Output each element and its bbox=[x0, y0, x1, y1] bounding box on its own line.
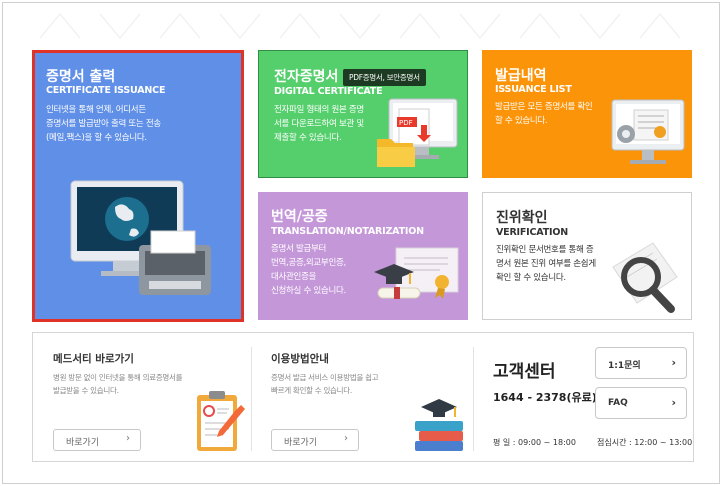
format-badge: PDF증명서, 보안증명서 bbox=[343, 69, 426, 86]
list-monitor-icon bbox=[611, 99, 685, 164]
tile-desc-line: 증명서 발급부터 bbox=[271, 244, 327, 254]
guide-desc-line: 증명서 발급 서비스 이용방법을 쉽고 bbox=[271, 373, 379, 382]
svg-text:PDF: PDF bbox=[399, 119, 413, 127]
tile-desc-line: 전자파일 형태의 원본 증명 bbox=[274, 105, 364, 115]
background-pattern bbox=[39, 13, 681, 39]
tile-certificate-issuance[interactable]: 증명서 출력 CERTIFICATE ISSUANCE 인터넷을 통해 언제, … bbox=[32, 50, 244, 322]
tile-subtitle: ISSUANCE LIST bbox=[495, 84, 572, 95]
clipboard-icon bbox=[197, 391, 245, 451]
tile-desc-line: 명서 원본 진위 여부를 손쉽게 bbox=[496, 259, 596, 269]
tile-title: 전자증명서 bbox=[274, 69, 339, 85]
guide-title: 이용방법안내 bbox=[271, 353, 329, 365]
weekday-hours: 평 일 : 09:00 ~ 18:00 bbox=[493, 438, 576, 447]
support-phone: 1644 - 2378(유료) bbox=[493, 391, 597, 404]
tile-desc-line: 진위확인 문서번호를 통해 증 bbox=[496, 245, 594, 255]
tile-subtitle: TRANSLATION/NOTARIZATION bbox=[271, 226, 424, 237]
medicity-go-button[interactable]: 바로가기 › bbox=[53, 429, 141, 451]
magnifier-icon bbox=[612, 242, 678, 313]
tile-translation-notarization[interactable]: 번역/공증 TRANSLATION/NOTARIZATION 증명서 발급부터 … bbox=[258, 192, 468, 320]
diploma-icon bbox=[374, 247, 459, 299]
tile-desc-line: 인터넷을 통해 언제, 어디서든 bbox=[46, 105, 146, 115]
guide-desc-line: 빠르게 확인할 수 있습니다. bbox=[271, 386, 352, 395]
support-title: 고객센터 bbox=[493, 362, 556, 382]
medicity-section: 메드서티 바로가기 병원 방문 없이 인터넷을 통해 의료증명서를 발급받을 수… bbox=[33, 333, 251, 463]
section-divider bbox=[473, 347, 474, 451]
tile-desc-line: 할 수 있습니다. bbox=[495, 116, 548, 126]
bottom-panel: 메드서티 바로가기 병원 방문 없이 인터넷을 통해 의료증명서를 발급받을 수… bbox=[32, 332, 694, 462]
support-hours: 평 일 : 09:00 ~ 18:00 점심시간 : 12:00 ~ 13:00 bbox=[493, 437, 692, 448]
tile-desc-line: 확인 할 수 있습니다. bbox=[496, 273, 566, 283]
tile-desc-line: 신청하실 수 있습니다. bbox=[271, 286, 346, 296]
chevron-right-icon: › bbox=[344, 433, 348, 444]
medicity-desc-line: 병원 방문 없이 인터넷을 통해 의료증명서를 bbox=[53, 373, 183, 382]
tile-desc-line: 증명서를 발급받아 출력 또는 전송 bbox=[46, 119, 161, 129]
tile-title: 발급내역 bbox=[495, 68, 547, 84]
button-label: FAQ bbox=[608, 398, 628, 408]
tile-issuance-list[interactable]: 발급내역 ISSUANCE LIST 발급받은 모든 증명서를 확인 할 수 있… bbox=[482, 50, 692, 178]
lunch-hours: 점심시간 : 12:00 ~ 13:00 bbox=[597, 438, 693, 447]
tile-desc-line: 대사관인증을 bbox=[271, 272, 317, 282]
tile-desc-line: 발급받은 모든 증명서를 확인 bbox=[495, 102, 593, 112]
button-label: 바로가기 bbox=[284, 438, 318, 448]
medicity-desc-line: 발급받을 수 있습니다. bbox=[53, 386, 119, 395]
chevron-right-icon: › bbox=[671, 356, 676, 369]
books-icon bbox=[415, 399, 463, 451]
tile-verification[interactable]: 진위확인 VERIFICATION 진위확인 문서번호를 통해 증 명서 원본 … bbox=[482, 192, 692, 320]
tile-subtitle: CERTIFICATE ISSUANCE bbox=[46, 85, 166, 96]
tile-digital-certificate[interactable]: 전자증명서 PDF증명서, 보안증명서 DIGITAL CERTIFICATE … bbox=[258, 50, 468, 178]
inquiry-button[interactable]: 1:1문의 › bbox=[595, 347, 687, 379]
tile-desc-line: 서를 다운로드하여 보관 및 bbox=[274, 119, 364, 129]
guide-section: 이용방법안내 증명서 발급 서비스 이용방법을 쉽고 빠르게 확인할 수 있습니… bbox=[251, 333, 473, 463]
guide-go-button[interactable]: 바로가기 › bbox=[271, 429, 359, 451]
tile-title: 진위확인 bbox=[496, 210, 548, 226]
button-label: 바로가기 bbox=[66, 438, 100, 448]
pdf-monitor-icon: PDF bbox=[377, 98, 458, 167]
tile-subtitle: VERIFICATION bbox=[496, 227, 568, 238]
tile-subtitle: DIGITAL CERTIFICATE bbox=[274, 86, 383, 97]
tile-desc-line: 번역,공증,외교부인증, bbox=[271, 258, 346, 268]
chevron-right-icon: › bbox=[671, 396, 676, 409]
monitor-printer-icon bbox=[70, 180, 211, 295]
tile-desc-line: 제출할 수 있습니다. bbox=[274, 133, 342, 143]
button-label: 1:1문의 bbox=[608, 361, 641, 371]
faq-button[interactable]: FAQ › bbox=[595, 387, 687, 419]
tile-title: 증명서 출력 bbox=[46, 69, 116, 85]
tile-desc-line: (메일,팩스)을 할 수 있습니다. bbox=[46, 133, 147, 143]
medicity-title: 메드서티 바로가기 bbox=[53, 353, 134, 365]
chevron-right-icon: › bbox=[126, 433, 130, 444]
tile-title: 번역/공증 bbox=[271, 209, 328, 225]
